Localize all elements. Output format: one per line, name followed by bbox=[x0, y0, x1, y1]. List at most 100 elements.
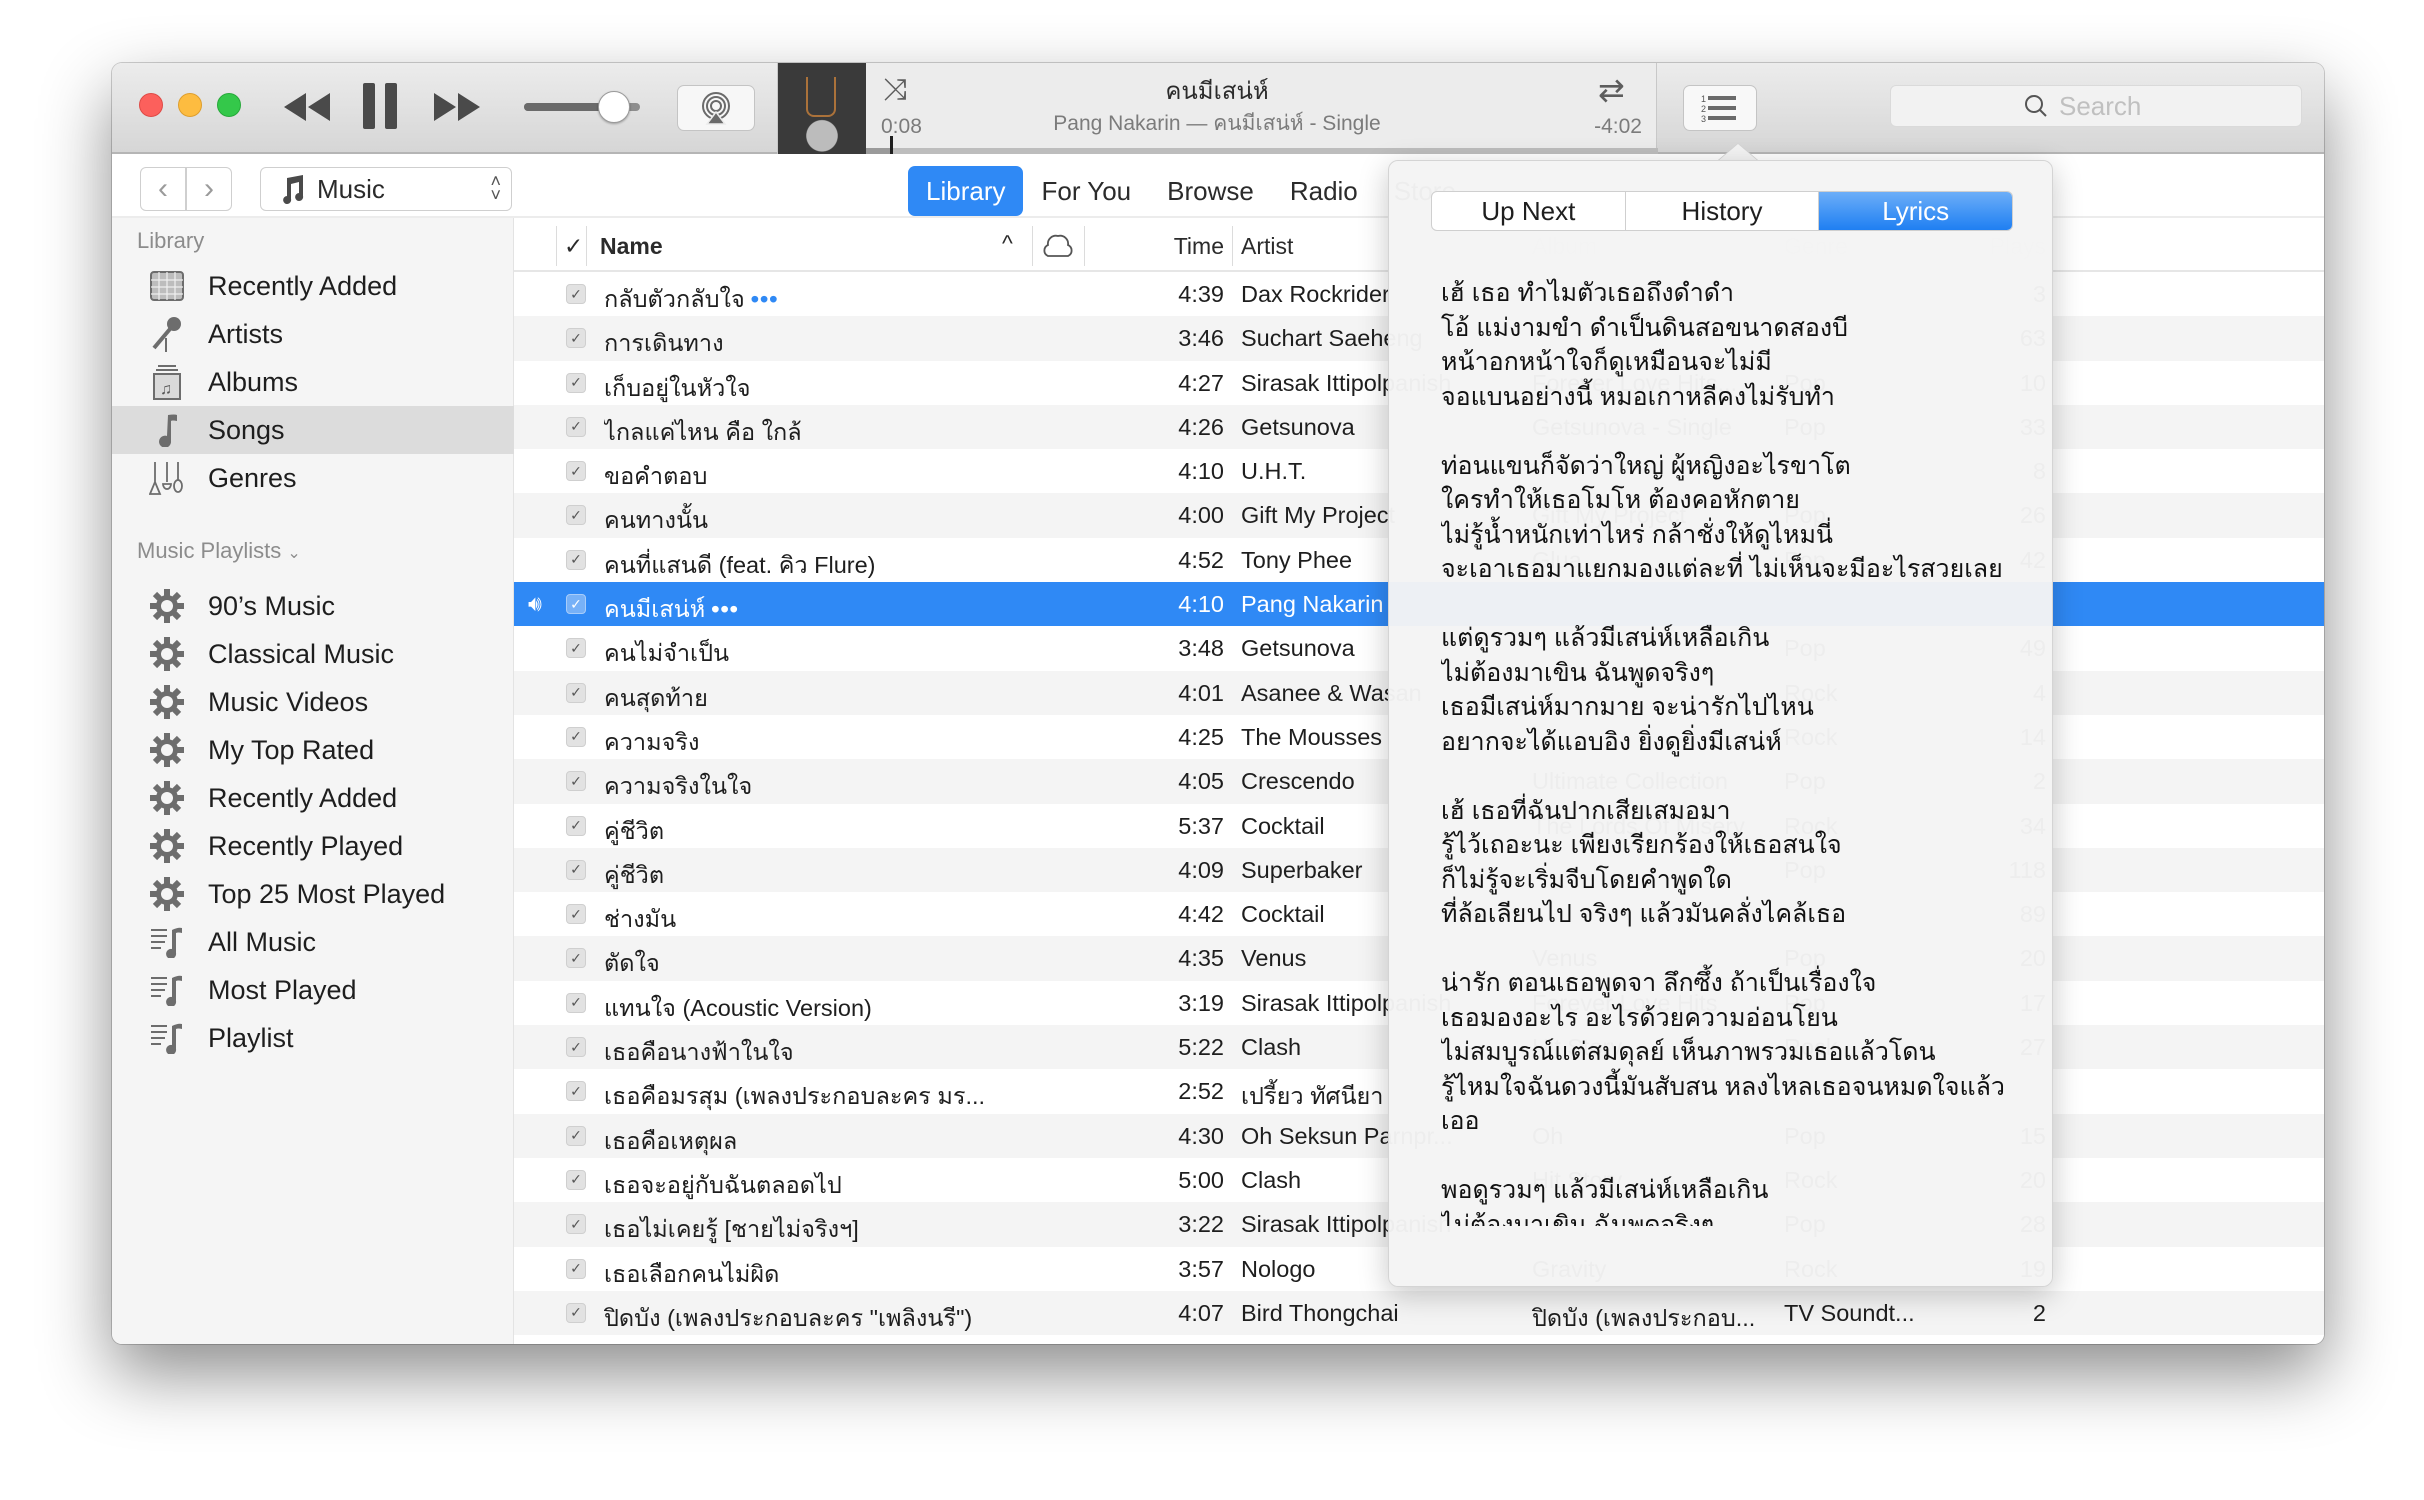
chevron-left-icon: ‹ bbox=[158, 172, 168, 205]
sidebar-item-genres[interactable]: Genres bbox=[112, 454, 514, 502]
lyric-line: เฮ้ เธอ ทำไมตัวเธอถึงดำดำ bbox=[1441, 279, 1735, 307]
song-time: 4:39 bbox=[1178, 281, 1224, 307]
sidebar-item-recently-added[interactable]: Recently Added bbox=[112, 262, 514, 310]
sidebar-item-playlist-all-music[interactable]: All Music bbox=[112, 918, 514, 966]
close-window-button[interactable] bbox=[139, 93, 163, 117]
song-time: 4:01 bbox=[1178, 679, 1224, 706]
song-time: 4:30 bbox=[1178, 1122, 1224, 1149]
column-name[interactable]: Name bbox=[600, 233, 663, 260]
sidebar-item-playlist-90-s-music[interactable]: 90’s Music bbox=[112, 582, 514, 630]
song-checkbox[interactable]: ✓ bbox=[566, 948, 586, 969]
song-name: คู่ชีวิต bbox=[604, 813, 1024, 850]
more-options-button[interactable]: ••• bbox=[711, 596, 739, 622]
sidebar-item-playlist-recently-played[interactable]: Recently Played bbox=[112, 822, 514, 870]
volume-knob[interactable] bbox=[598, 91, 631, 123]
song-checkbox[interactable]: ✓ bbox=[566, 638, 586, 659]
song-checkbox[interactable]: ✓ bbox=[566, 1258, 586, 1279]
forward-button[interactable]: › bbox=[186, 167, 232, 211]
zoom-window-button[interactable] bbox=[217, 93, 241, 117]
tab-browse[interactable]: Browse bbox=[1149, 166, 1272, 216]
search-input[interactable] bbox=[2059, 90, 2169, 122]
song-checkbox[interactable]: ✓ bbox=[566, 859, 586, 880]
song-checkbox[interactable]: ✓ bbox=[566, 328, 586, 349]
next-track-button[interactable] bbox=[430, 89, 482, 125]
up-next-button[interactable]: 1 2 3 bbox=[1683, 85, 1757, 131]
tab-lyrics[interactable]: Lyrics bbox=[1819, 192, 2012, 230]
song-checkbox[interactable]: ✓ bbox=[566, 1214, 586, 1235]
song-checkbox[interactable]: ✓ bbox=[566, 461, 586, 482]
remaining-time[interactable]: -4:02 bbox=[1594, 115, 1642, 139]
song-name-text: เธอไม่เคยรู้ [ชายไม่จริงฯ] bbox=[604, 1216, 859, 1243]
sidebar-item-playlist-my-top-rated[interactable]: My Top Rated bbox=[112, 726, 514, 774]
previous-track-button[interactable] bbox=[282, 89, 334, 125]
sidebar-item-artists[interactable]: Artists bbox=[112, 310, 514, 358]
tab-up-next[interactable]: Up Next bbox=[1432, 192, 1626, 230]
column-time[interactable]: Time bbox=[1154, 233, 1224, 260]
table-row[interactable]: ✓ไม่ต่อ...4:10Al...ไม่ต่อ... SingleRock2… bbox=[514, 1335, 2324, 1344]
back-button[interactable]: ‹ bbox=[140, 167, 186, 211]
repeat-icon[interactable]: ⇄ bbox=[1598, 71, 1625, 109]
song-time: 4:27 bbox=[1178, 369, 1224, 396]
sidebar-item-playlist-top-25-most-played[interactable]: Top 25 Most Played bbox=[112, 870, 514, 918]
tab-radio[interactable]: Radio bbox=[1272, 166, 1376, 216]
more-options-button[interactable]: ••• bbox=[751, 286, 779, 312]
sidebar-item-playlist-music-videos[interactable]: Music Videos bbox=[112, 678, 514, 726]
smart-playlist-gear-icon bbox=[148, 779, 186, 817]
lyric-line: ใครทำให้เธอโมโห ต้องคอหักตาย bbox=[1441, 486, 1800, 514]
song-checkbox[interactable]: ✓ bbox=[566, 1125, 586, 1146]
media-kind-select[interactable]: Music ˄ ˅ bbox=[260, 167, 512, 211]
song-checkbox[interactable]: ✓ bbox=[566, 815, 586, 836]
song-checkbox[interactable]: ✓ bbox=[566, 992, 586, 1013]
sidebar-item-playlist-playlist[interactable]: Playlist bbox=[112, 1014, 514, 1062]
tab-library[interactable]: Library bbox=[908, 166, 1024, 216]
song-checkbox[interactable]: ✓ bbox=[566, 682, 586, 703]
sort-ascending-icon: ^ bbox=[1002, 230, 1013, 256]
song-name: คนสุดท้าย bbox=[604, 680, 1024, 717]
song-checkbox[interactable]: ✓ bbox=[566, 1302, 586, 1323]
music-playlists-heading[interactable]: Music Playlists ⌄ bbox=[137, 538, 301, 564]
song-checkbox[interactable]: ✓ bbox=[566, 1081, 586, 1102]
now-playing-subtitle: Pang Nakarin — คนมีเสน่ห์ - Single bbox=[1053, 112, 1381, 135]
song-name-text: กลับตัวกลับใจ bbox=[604, 286, 745, 312]
sidebar-item-playlist-most-played[interactable]: Most Played bbox=[112, 966, 514, 1014]
sidebar-item-songs[interactable]: Songs bbox=[112, 406, 514, 454]
table-row[interactable]: ✓ ปิดบัง (เพลงประกอบละคร "เพลิงนรี") 4:07 B… bbox=[514, 1290, 2324, 1336]
sidebar-item-playlist-classical-music[interactable]: Classical Music bbox=[112, 630, 514, 678]
song-name: ช่างมัน bbox=[604, 901, 1024, 938]
song-checkbox[interactable]: ✓ bbox=[566, 549, 586, 570]
song-artist: Bird Thongchai bbox=[1241, 1299, 1399, 1326]
smart-playlist-gear-icon bbox=[148, 731, 186, 769]
lyrics-text[interactable]: เฮ้ เธอ ทำไมตัวเธอถึงดำดำ โอ้ แม่งามขำ ดำ… bbox=[1441, 276, 2021, 1226]
song-checkbox[interactable]: ✓ bbox=[566, 372, 586, 393]
song-checkbox[interactable]: ✓ bbox=[566, 284, 586, 304]
playhead[interactable] bbox=[889, 136, 893, 154]
airplay-button[interactable] bbox=[677, 85, 755, 131]
song-plays: 2 bbox=[2032, 1299, 2046, 1326]
up-next-popover: Up Next History Lyrics เฮ้ เธอ ทำไมตัวเธ… bbox=[1388, 160, 2053, 1287]
song-checkbox[interactable]: ✓ bbox=[566, 771, 586, 792]
song-checkbox[interactable]: ✓ bbox=[566, 594, 586, 615]
song-checkbox[interactable]: ✓ bbox=[566, 1037, 586, 1058]
play-pause-button[interactable] bbox=[360, 83, 400, 129]
song-checkbox[interactable]: ✓ bbox=[566, 904, 586, 925]
sidebar-item-label: Most Played bbox=[208, 974, 357, 1005]
song-checkbox[interactable]: ✓ bbox=[566, 416, 586, 437]
sidebar-item-albums[interactable]: ♫ Albums bbox=[112, 358, 514, 406]
song-time: 4:10 bbox=[1178, 591, 1224, 618]
column-check[interactable]: ✓ bbox=[564, 233, 583, 260]
song-name-text: แทนใจ (Acoustic Version) bbox=[604, 994, 872, 1021]
tab-for-you[interactable]: For You bbox=[1023, 166, 1149, 216]
song-checkbox[interactable]: ✓ bbox=[566, 505, 586, 526]
tab-history[interactable]: History bbox=[1626, 192, 1820, 230]
search-field[interactable] bbox=[1890, 85, 2302, 127]
lyric-line: อยากจะได้แอบอิง ยิ่งดูยิ่งมีเสน่ห์ bbox=[1441, 727, 1782, 756]
song-checkbox[interactable]: ✓ bbox=[566, 1169, 586, 1190]
column-artist[interactable]: Artist bbox=[1241, 233, 1293, 260]
cloud-icon[interactable] bbox=[1042, 232, 1074, 264]
song-checkbox[interactable]: ✓ bbox=[566, 726, 586, 747]
song-time: 5:22 bbox=[1178, 1034, 1224, 1061]
song-name: แทนใจ (Acoustic Version) bbox=[604, 990, 1024, 1027]
sidebar-item-playlist-recently-added[interactable]: Recently Added bbox=[112, 774, 514, 822]
playlist-icon bbox=[148, 1019, 186, 1057]
minimize-window-button[interactable] bbox=[178, 93, 202, 117]
